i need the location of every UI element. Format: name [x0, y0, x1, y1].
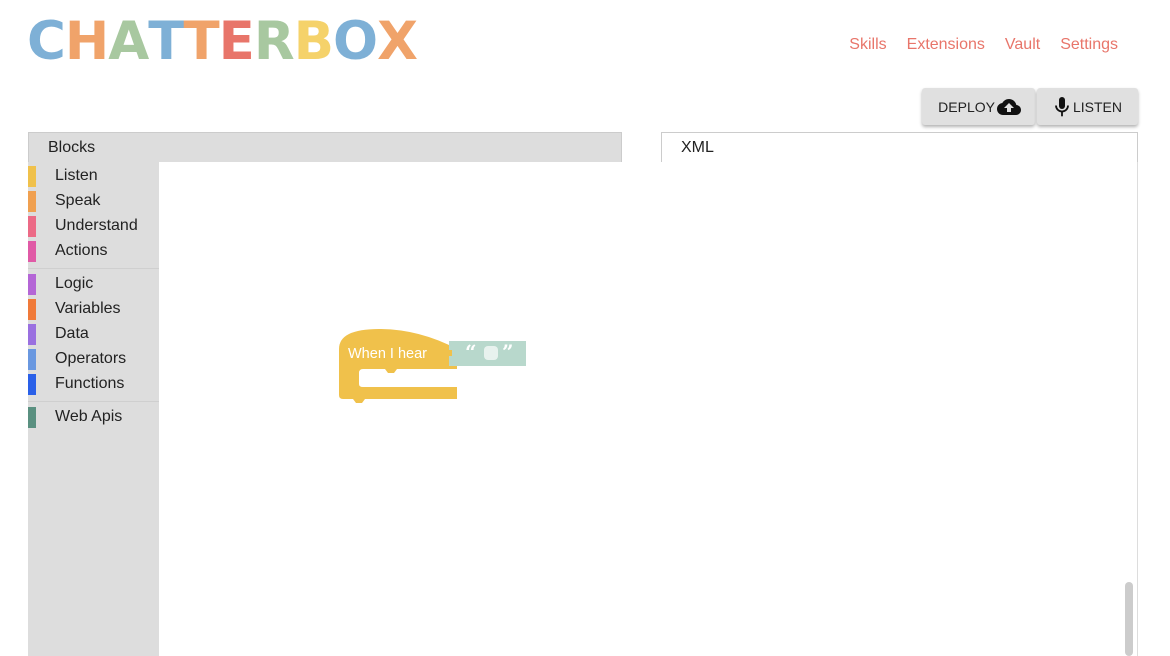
- block-body: [339, 329, 457, 403]
- open-quote: “: [465, 340, 477, 364]
- toolbox-category-logic[interactable]: Logic: [28, 272, 159, 297]
- category-label: Variables: [55, 300, 121, 317]
- microphone-icon: [1055, 96, 1069, 117]
- nav-link-extensions[interactable]: Extensions: [907, 36, 985, 54]
- nav-link-skills[interactable]: Skills: [849, 36, 886, 54]
- category-color-swatch: [28, 324, 36, 345]
- category-label: Web Apis: [55, 408, 123, 425]
- logo-letter: B: [293, 11, 334, 72]
- category-label: Logic: [55, 275, 94, 292]
- action-toolbar: DEPLOY LISTEN: [922, 88, 1138, 125]
- toolbox-separator: [28, 401, 159, 402]
- toolbox-separator: [28, 268, 159, 269]
- logo-letter: O: [333, 11, 378, 72]
- listen-button-label: LISTEN: [1072, 98, 1122, 115]
- category-label: Speak: [55, 192, 101, 209]
- category-color-swatch: [28, 274, 36, 295]
- toolbox-category-data[interactable]: Data: [28, 322, 159, 347]
- tab-blocks-label: Blocks: [48, 138, 96, 156]
- category-color-swatch: [28, 407, 36, 428]
- category-color-swatch: [28, 166, 36, 187]
- toolbox-category-understand[interactable]: Understand: [28, 214, 159, 239]
- block-label: When I hear: [348, 346, 427, 362]
- logo-letter: H: [64, 11, 109, 72]
- cloud-upload-icon: [996, 95, 1021, 119]
- category-label: Listen: [55, 167, 98, 184]
- logo-letter: A: [108, 11, 149, 72]
- category-label: Understand: [55, 217, 138, 234]
- category-label: Data: [55, 325, 89, 342]
- toolbox-category-web-apis[interactable]: Web Apis: [28, 405, 159, 430]
- block-toolbox: Listen Speak Understand Actions Logic Variabl…: [28, 162, 159, 656]
- text-field[interactable]: [484, 346, 498, 360]
- category-label: Operators: [55, 350, 127, 367]
- toolbox-category-speak[interactable]: Speak: [28, 189, 159, 214]
- top-navigation: Skills Extensions Vault Settings: [849, 36, 1118, 54]
- tab-xml[interactable]: XML: [661, 132, 1138, 163]
- toolbox-category-variables[interactable]: Variables: [28, 297, 159, 322]
- tab-xml-label: XML: [681, 138, 714, 156]
- nav-link-settings[interactable]: Settings: [1060, 36, 1118, 54]
- category-color-swatch: [28, 299, 36, 320]
- deploy-button-label: DEPLOY: [938, 98, 995, 115]
- listen-button[interactable]: LISTEN: [1036, 88, 1138, 125]
- category-color-swatch: [28, 191, 36, 212]
- chatterbox-logo: CHATTERBOX: [27, 11, 418, 72]
- deploy-button[interactable]: DEPLOY: [922, 88, 1035, 125]
- category-label: Actions: [55, 242, 108, 259]
- toolbox-category-actions[interactable]: Actions: [28, 239, 159, 264]
- logo-letter: T: [183, 11, 219, 72]
- category-label: Functions: [55, 375, 125, 392]
- workspace-canvas[interactable]: When I hear “ ”: [159, 162, 1137, 656]
- logo-letter: E: [218, 11, 255, 72]
- logo-letter: X: [377, 11, 418, 72]
- logo-letter: C: [27, 11, 66, 72]
- category-color-swatch: [28, 374, 36, 395]
- category-color-swatch: [28, 241, 36, 262]
- when-i-hear-block[interactable]: When I hear “ ”: [339, 329, 539, 409]
- logo-letter: R: [253, 11, 295, 72]
- logo-letter: T: [148, 11, 184, 72]
- close-quote: ”: [502, 340, 514, 364]
- blockly-workspace: Listen Speak Understand Actions Logic Variabl…: [28, 162, 1138, 656]
- nav-link-vault[interactable]: Vault: [1005, 36, 1040, 54]
- toolbox-category-functions[interactable]: Functions: [28, 372, 159, 397]
- toolbox-category-operators[interactable]: Operators: [28, 347, 159, 372]
- vertical-scrollbar[interactable]: [1125, 582, 1133, 656]
- category-color-swatch: [28, 216, 36, 237]
- category-color-swatch: [28, 349, 36, 370]
- tab-blocks[interactable]: Blocks: [28, 132, 622, 163]
- toolbox-category-listen[interactable]: Listen: [28, 164, 159, 189]
